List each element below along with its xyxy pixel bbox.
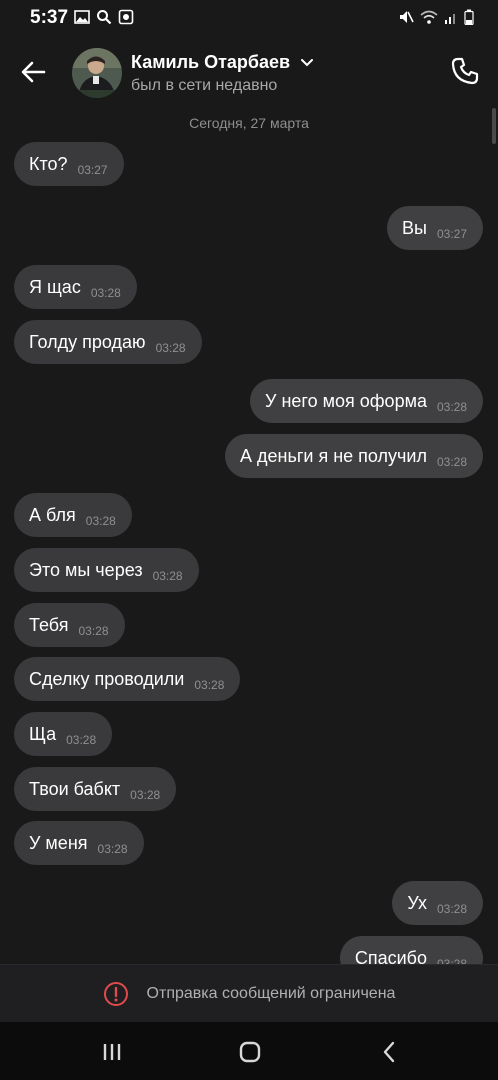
message-bubble-outgoing[interactable]: А деньги я не получил 03:28 [225,434,483,478]
home-icon [239,1041,261,1063]
message-bubble-incoming[interactable]: Я щас 03:28 [14,265,137,309]
message-time: 03:28 [85,514,116,528]
message-text: У него моя оформа [265,390,427,411]
message-time: 03:28 [436,957,467,964]
message-bubble-incoming[interactable]: Голду продаю 03:28 [14,320,202,364]
message-time: 03:28 [66,733,97,747]
system-nav-bar [0,1022,498,1080]
message-time: 03:28 [90,286,121,300]
message-text: Ща [29,723,57,744]
message-time: 03:28 [194,678,225,692]
message-text: Ух [407,892,427,913]
restricted-text: Отправка сообщений ограничена [146,984,396,1002]
message-text: У меня [29,832,88,853]
warning-icon [103,981,128,1006]
mute-icon [398,9,414,30]
message-text: Кто? [29,153,68,174]
call-button[interactable] [450,56,480,86]
avatar[interactable] [72,48,122,98]
chevron-down-icon [301,59,314,67]
wifi-icon [420,9,438,30]
message-bubble-incoming[interactable]: Твои бабкт 03:28 [14,767,177,811]
recent-apps-icon [103,1044,121,1060]
message-text: Вы [402,217,427,238]
recent-apps-button[interactable] [97,1038,127,1066]
status-notification-icons [74,9,134,25]
message-bubble-incoming[interactable]: Это мы через 03:28 [14,548,199,592]
message-time: 03:28 [436,400,467,414]
message-text: Твои бабкт [29,778,121,799]
date-separator: Сегодня, 27 марта [189,115,309,131]
message-bubble-outgoing[interactable]: У него моя оформа 03:28 [250,379,483,423]
chat-screen: 5:37 Камиль Отарбаев был в сети недавно … [0,0,498,1080]
message-text: Я щас [29,276,81,297]
message-text: А деньги я не получил [240,445,427,466]
message-text: Сделку проводили [29,668,185,689]
back-button[interactable] [18,56,50,88]
message-time: 03:28 [436,455,467,469]
back-nav-button[interactable] [374,1038,404,1066]
message-time: 03:28 [130,788,161,802]
status-time: 5:37 [30,7,69,28]
signal-icon [444,9,458,30]
message-bubble-incoming[interactable]: Тебя 03:28 [14,603,125,647]
message-bubble-outgoing[interactable]: Вы 03:27 [387,206,483,250]
message-bubble-incoming[interactable]: Кто? 03:27 [14,142,124,186]
message-time: 03:28 [155,341,186,355]
chevron-left-icon [383,1041,395,1063]
message-time: 03:28 [436,902,467,916]
message-text: Спасибо [354,947,427,965]
chat-header: Камиль Отарбаев был в сети недавно [0,36,498,112]
message-text: Голду продаю [29,331,146,352]
message-text: Тебя [29,614,69,635]
arrow-left-icon [21,61,46,83]
phone-icon [451,57,479,85]
status-system-icons [398,9,474,30]
message-time: 03:27 [77,163,108,177]
message-time: 03:28 [97,842,128,856]
message-bubble-outgoing[interactable]: Спасибо 03:28 [339,936,483,965]
message-bubble-incoming[interactable]: А бля 03:28 [14,493,132,537]
home-button[interactable] [235,1038,265,1066]
message-bubble-incoming[interactable]: Сделку проводили 03:28 [14,657,241,701]
message-time: 03:28 [152,569,183,583]
message-text: А бля [29,504,76,525]
message-bubble-outgoing[interactable]: Ух 03:28 [392,881,483,925]
status-bar: 5:37 [0,0,498,36]
message-bubble-incoming[interactable]: Ща 03:28 [14,712,113,756]
message-list[interactable]: Сегодня, 27 марта Кто? 03:27 Вы 03:27 Я щас 0… [0,112,498,964]
battery-icon [464,9,474,30]
message-text: Это мы через [29,559,143,580]
contact-name[interactable]: Камиль Отарбаев [131,52,314,73]
message-time: 03:27 [436,227,467,241]
message-bubble-incoming[interactable]: У меня 03:28 [14,821,144,865]
contact-name-text: Камиль Отарбаев [131,52,291,72]
gallery-icon [74,9,90,25]
search-icon [96,9,112,25]
app-icon [118,9,134,25]
restricted-notice: Отправка сообщений ограничена [0,964,498,1022]
contact-status: был в сети недавно [131,77,278,94]
message-time: 03:28 [78,624,109,638]
